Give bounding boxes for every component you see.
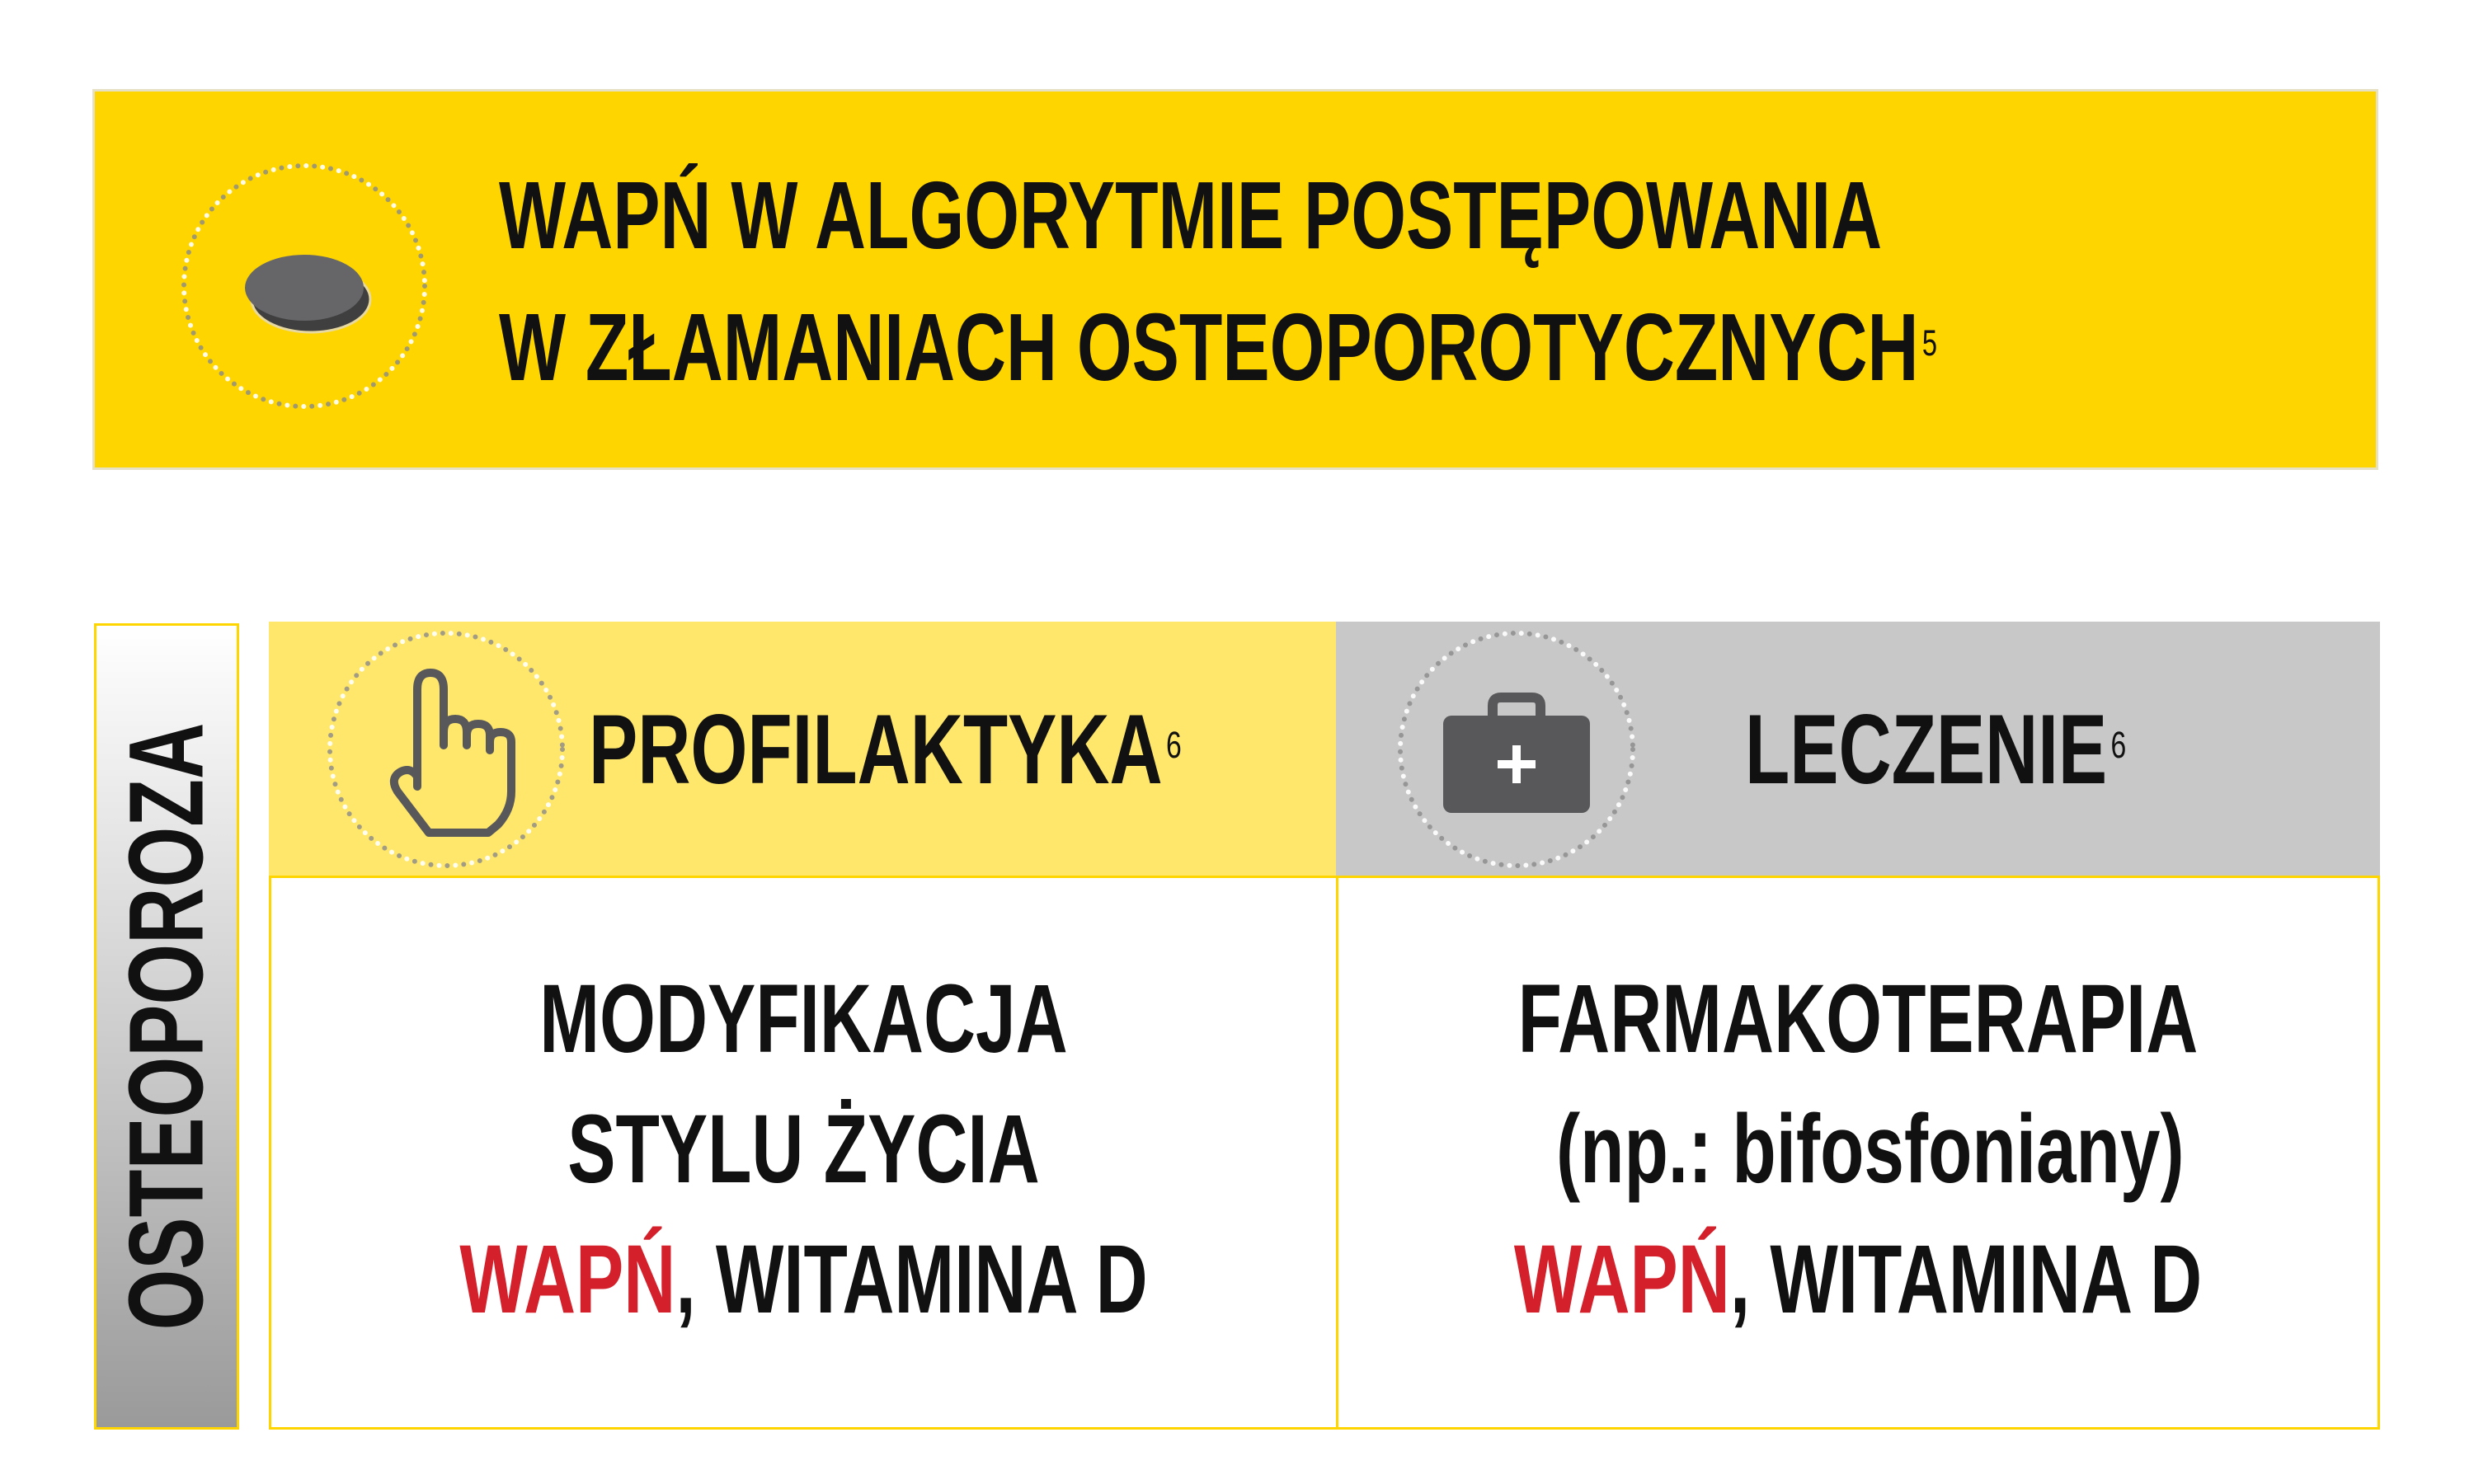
prevention-line-1: MODYFIKACJA: [539, 965, 1068, 1073]
prevention-line-3: WAPŃ, WITAMINA D: [410, 1214, 1197, 1345]
medical-kit-icon: [1398, 631, 1635, 868]
treatment-calcium-highlight: WAPŃ: [1513, 1225, 1730, 1334]
treatment-content: FARMAKOTERAPIA (np.: bifosfoniany) WAPŃ,…: [1336, 876, 2380, 1430]
banner-footnote-ref: 5: [1921, 322, 1938, 364]
prevention-vitamin-d: , WITAMINA D: [675, 1225, 1148, 1334]
treatment-lines: FARMAKOTERAPIA (np.: bifosfoniany) WAPŃ,…: [1338, 954, 2378, 1345]
treatment-title: LECZENIE6: [1745, 688, 2126, 811]
prevention-content: MODYFIKACJA STYLU ŻYCIA WAPŃ, WITAMINA D: [269, 876, 1338, 1430]
prevention-lines: MODYFIKACJA STYLU ŻYCIA WAPŃ, WITAMINA D: [271, 954, 1336, 1345]
side-label-box: OSTEOPOROZA: [94, 623, 239, 1430]
prevention-title-text: PROFILAKTYKA: [589, 694, 1163, 805]
prevention-footnote-ref: 6: [1166, 724, 1182, 767]
treatment-footnote-ref: 6: [2110, 724, 2127, 767]
prevention-title: PROFILAKTYKA6: [589, 688, 1182, 811]
title-banner: WAPŃ W ALGORYTMIE POSTĘPOWANIA W ZŁAMANI…: [92, 89, 2378, 470]
banner-title-line-2-text: W ZŁAMANIACH OSTEOPOROTYCZNYCH: [499, 294, 1919, 401]
side-label: OSTEOPOROZA: [107, 722, 226, 1331]
treatment-vitamin-d: , WITAMINA D: [1729, 1225, 2203, 1334]
prevention-line-2: STYLU ŻYCIA: [567, 1095, 1040, 1204]
treatment-header: LECZENIE6: [1336, 622, 2380, 879]
banner-title-line-1: WAPŃ W ALGORYTMIE POSTĘPOWANIA: [499, 162, 1883, 269]
treatment-line-1: FARMAKOTERAPIA: [1517, 965, 2199, 1073]
prevention-header: PROFILAKTYKA6: [269, 622, 1336, 879]
treatment-line-3: WAPŃ, WITAMINA D: [1474, 1214, 2242, 1345]
prevention-calcium-highlight: WAPŃ: [459, 1225, 676, 1334]
banner-title: WAPŃ W ALGORYTMIE POSTĘPOWANIA W ZŁAMANI…: [499, 149, 1937, 413]
banner-title-line-2: W ZŁAMANIACH OSTEOPOROTYCZNYCH 5: [499, 281, 1937, 413]
pointing-hand-icon: [327, 631, 565, 868]
treatment-line-2: (np.: bifosfoniany): [1556, 1095, 2185, 1204]
treatment-title-text: LECZENIE: [1745, 694, 2108, 805]
tablet-pill-icon: [181, 163, 427, 409]
